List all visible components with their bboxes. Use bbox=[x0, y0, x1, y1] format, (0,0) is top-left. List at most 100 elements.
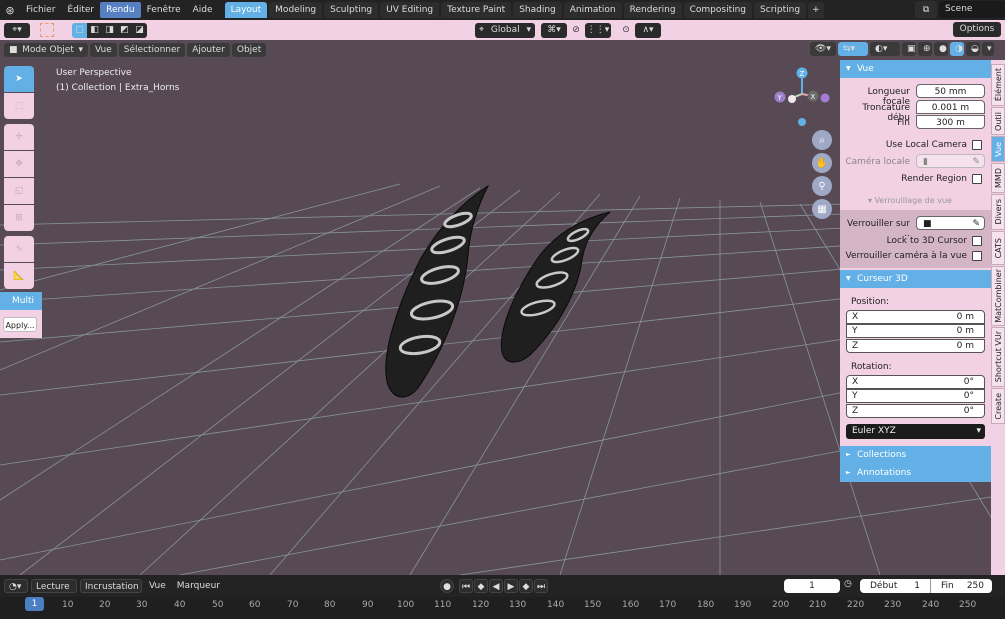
scene-icon[interactable]: ⧉ bbox=[915, 1, 937, 18]
perspective-toggle-icon[interactable]: ▦ bbox=[812, 199, 832, 219]
add-workspace-icon[interactable]: + bbox=[808, 2, 824, 18]
playback-dropdown[interactable]: Lecture ▾ bbox=[31, 579, 77, 606]
cursor-pos-y[interactable]: Y0 m bbox=[846, 324, 985, 338]
tab-vue[interactable]: Vue bbox=[991, 136, 1005, 162]
tab-element[interactable]: Élément bbox=[991, 64, 1005, 106]
horn-right[interactable] bbox=[500, 211, 611, 363]
multi-panel-title[interactable]: Multi bbox=[0, 292, 42, 310]
scale-tool-icon[interactable]: ◱ bbox=[4, 178, 34, 204]
timeline-editor-icon[interactable]: ◔▾ bbox=[4, 579, 28, 593]
frame-end-field[interactable]: Fin 250 bbox=[930, 579, 992, 593]
annotations-section-header[interactable]: Annotations bbox=[840, 464, 991, 482]
editor-type-icon[interactable]: ⌖▾ bbox=[4, 22, 30, 38]
mode-dropdown[interactable]: ■ Mode Objet ▾ bbox=[4, 43, 88, 57]
lock-to-field[interactable]: ■ ✎ bbox=[916, 216, 985, 230]
view-lock-subheader[interactable]: ▾ Verrouillage de vue bbox=[840, 192, 991, 210]
tab-uv-editing[interactable]: UV Editing bbox=[380, 2, 440, 18]
proportional-edit-icon[interactable]: ⊙ bbox=[619, 23, 633, 38]
mode-new-icon[interactable]: ▢ bbox=[72, 22, 87, 38]
options-dropdown[interactable]: Options bbox=[953, 22, 1001, 37]
cursor-rot-x[interactable]: X 0° bbox=[846, 375, 985, 389]
falloff-icon[interactable]: ∧▾ bbox=[635, 22, 661, 38]
overlay-icon[interactable]: ◐▾ bbox=[870, 42, 900, 56]
collections-section-header[interactable]: Collections bbox=[840, 446, 991, 464]
xray-icon[interactable]: ▣ bbox=[902, 42, 916, 56]
rendered-shading-icon[interactable]: ◒ bbox=[966, 42, 980, 56]
mode-intersect-icon[interactable]: ◪ bbox=[132, 22, 147, 38]
next-keyframe-icon[interactable]: ◆ bbox=[519, 579, 533, 593]
prev-keyframe-icon[interactable]: ◆ bbox=[474, 579, 488, 593]
menu-editer[interactable]: Éditer bbox=[61, 2, 100, 18]
cursor-rot-z[interactable]: Z 0° bbox=[846, 404, 985, 418]
tab-shading[interactable]: Shading bbox=[513, 2, 562, 18]
tab-scripting[interactable]: Scripting bbox=[754, 2, 807, 18]
pan-hand-icon[interactable]: ✋ bbox=[812, 153, 832, 173]
timeline-ruler[interactable]: 1 10 20 30 40 50 60 70 80 90 100 110 120… bbox=[0, 597, 1005, 619]
cursor-tool-icon[interactable]: ✢ bbox=[4, 124, 34, 150]
menu-vue[interactable]: Vue bbox=[90, 43, 117, 57]
render-region-checkbox[interactable] bbox=[972, 174, 982, 184]
use-local-camera-checkbox[interactable] bbox=[972, 140, 982, 150]
play-reverse-icon[interactable]: ◀ bbox=[489, 579, 503, 593]
material-shading-icon[interactable]: ◑ bbox=[950, 42, 964, 56]
clip-start-field[interactable]: 0.001 m bbox=[916, 100, 985, 114]
cursor-rot-y[interactable]: Y 0° bbox=[846, 389, 985, 403]
vue-section-header[interactable]: Vue bbox=[840, 60, 991, 78]
focal-length-field[interactable]: 50 mm bbox=[916, 84, 985, 98]
menu-selectionner[interactable]: Sélectionner bbox=[118, 43, 186, 57]
lock-camera-checkbox[interactable] bbox=[972, 251, 982, 261]
tab-shortcut-vur[interactable]: Shortcut VUr bbox=[991, 327, 1005, 387]
clock-icon[interactable]: ◷ bbox=[844, 579, 858, 593]
tab-compositing[interactable]: Compositing bbox=[683, 2, 753, 18]
transform-tool-icon[interactable]: ⊞ bbox=[4, 205, 34, 231]
horn-left[interactable] bbox=[385, 184, 490, 398]
timeline-marker-menu[interactable]: Marqueur bbox=[173, 579, 224, 593]
tab-layout[interactable]: Layout bbox=[224, 2, 268, 18]
navigation-gizmo[interactable]: Z Y X bbox=[770, 64, 830, 134]
select-box-tool-icon[interactable]: ⬚ bbox=[4, 93, 34, 119]
move-tool-icon[interactable]: ✥ bbox=[4, 151, 34, 177]
visibility-icon[interactable]: 👁▾ bbox=[810, 42, 836, 56]
select-cursor-icon[interactable]: ➤ bbox=[4, 66, 34, 92]
tab-divers[interactable]: Divers bbox=[991, 194, 1005, 230]
timeline-view-menu[interactable]: Vue bbox=[145, 579, 170, 593]
cursor-section-header[interactable]: Curseur 3D bbox=[840, 270, 991, 288]
select-box-icon[interactable] bbox=[40, 23, 54, 37]
tab-modeling[interactable]: Modeling bbox=[269, 2, 323, 18]
wireframe-shading-icon[interactable]: ⊕ bbox=[918, 42, 932, 56]
tab-cats[interactable]: CATS bbox=[991, 231, 1005, 265]
tab-outil[interactable]: Outil bbox=[991, 107, 1005, 135]
snap-icon[interactable]: ⊘ bbox=[569, 23, 583, 38]
play-icon[interactable]: ▶ bbox=[504, 579, 518, 593]
clip-end-field[interactable]: 300 m bbox=[916, 115, 985, 129]
tab-matcombiner[interactable]: MatCombiner bbox=[991, 266, 1005, 326]
tab-rendering[interactable]: Rendering bbox=[623, 2, 682, 18]
menu-fenetre[interactable]: Fenêtre bbox=[141, 2, 187, 18]
mode-subtract-icon[interactable]: ◨ bbox=[102, 22, 117, 38]
rotation-mode-dropdown[interactable]: Euler XYZ ▾ bbox=[846, 424, 985, 439]
mode-invert-icon[interactable]: ◩ bbox=[117, 22, 132, 38]
annotate-tool-icon[interactable]: ∿ bbox=[4, 236, 34, 262]
blender-logo-icon[interactable]: ⊛ bbox=[0, 0, 20, 20]
orientation-dropdown[interactable]: ⌖ Global ▾ bbox=[475, 22, 535, 38]
tab-create[interactable]: Create bbox=[991, 388, 1005, 424]
record-icon[interactable]: ● bbox=[440, 579, 454, 593]
jump-start-icon[interactable]: ⏮ bbox=[459, 579, 473, 593]
snap-target-icon[interactable]: ⋮⋮▾ bbox=[585, 22, 611, 38]
menu-objet[interactable]: Objet bbox=[231, 43, 267, 57]
lock-cursor-checkbox[interactable] bbox=[972, 236, 982, 246]
cursor-pos-x[interactable]: X0 m bbox=[846, 310, 985, 324]
menu-fichier[interactable]: Fichier bbox=[20, 2, 61, 18]
menu-aide[interactable]: Aide bbox=[187, 2, 219, 18]
cursor-pos-z[interactable]: Z0 m bbox=[846, 339, 985, 353]
scene-name[interactable]: Scene bbox=[939, 1, 1005, 18]
camera-view-icon[interactable]: ⚲ bbox=[812, 176, 832, 196]
zoom-icon[interactable]: ⌕ bbox=[812, 130, 832, 150]
pivot-point-icon[interactable]: ⌘▾ bbox=[541, 22, 567, 38]
solid-shading-icon[interactable]: ● bbox=[934, 42, 948, 56]
tab-mmd[interactable]: MMD bbox=[991, 163, 1005, 193]
tab-texture-paint[interactable]: Texture Paint bbox=[441, 2, 512, 18]
gizmo-toggle-icon[interactable]: ⇆▾ bbox=[838, 42, 868, 56]
tab-sculpting[interactable]: Sculpting bbox=[324, 2, 379, 18]
jump-end-icon[interactable]: ⏭ bbox=[534, 579, 548, 593]
